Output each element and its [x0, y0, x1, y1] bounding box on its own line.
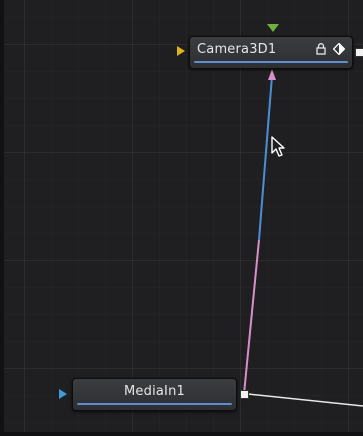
mediain-node-title: MediaIn1 — [124, 384, 185, 399]
camera3d-node-title: Camera3D1 — [197, 42, 277, 57]
camera-output-port[interactable] — [355, 48, 363, 57]
camera3d-node-bar — [194, 61, 348, 63]
mediain-node[interactable]: MediaIn1 — [72, 378, 237, 411]
camera3d-node[interactable]: Camera3D1 — [189, 36, 353, 69]
camera-top-input-arrow[interactable] — [267, 24, 279, 32]
lock-icon[interactable] — [316, 43, 326, 55]
media-input-arrow[interactable] — [59, 389, 67, 399]
media-output-port[interactable] — [240, 390, 249, 399]
mediain-node-bar — [77, 403, 232, 405]
mouse-cursor-icon — [271, 136, 285, 157]
wire-output-white[interactable] — [247, 393, 363, 407]
wire-arrowhead — [268, 69, 276, 80]
wire-segment-pink[interactable] — [243, 239, 260, 395]
diamond-icon[interactable] — [333, 43, 345, 55]
camera-input-arrow[interactable] — [177, 46, 185, 56]
